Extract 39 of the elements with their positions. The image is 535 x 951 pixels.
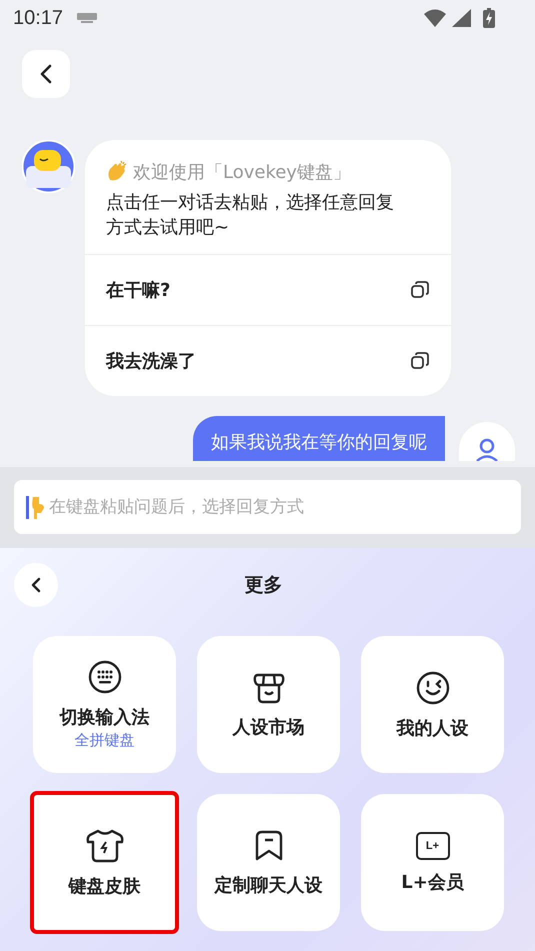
back-icon [31,577,41,593]
input-field[interactable]: 在键盘粘贴问题后，选择回复方式 [14,480,521,534]
copy-icon [410,280,430,300]
user-avatar [459,422,515,461]
back-button[interactable] [14,563,58,607]
copy-icon [410,351,430,371]
bookmark-icon [254,828,284,862]
ticket-icon: L+ [416,832,450,860]
welcome-text: 点击任一对话去粘贴，选择任意回复方式去试用吧~ [105,191,395,240]
signal-icon [452,9,471,27]
tile-label: L+会员 [401,870,464,894]
panel-title: 更多 [244,573,283,598]
tile-label: 我的人设 [396,716,468,740]
status-time: 10:17 [13,6,64,30]
menu-tile[interactable]: 定制聊天人设 [197,794,340,931]
tile-label: 人设市场 [232,716,304,738]
keyboard-icon [77,13,98,23]
tile-sublabel: 全拼键盘 [74,731,134,750]
battery-icon [483,8,495,28]
user-message: 如果我说我在等你的回复呢 [193,416,445,461]
tile-label: 键盘皮肤 [68,874,140,898]
wifi-icon [424,9,446,27]
text-cursor-icon [26,496,29,518]
menu-tile[interactable]: 键盘皮肤 [33,794,176,931]
tile-label: 定制聊天人设 [214,874,322,896]
back-button[interactable] [22,50,70,98]
winking-face-icon [414,670,450,706]
tile-label: 切换输入法 [60,706,150,729]
menu-tile[interactable]: 人设市场 [197,636,340,773]
menu-tile[interactable]: L+ L+会员 [361,794,504,931]
welcome-title: 欢迎使用「Lovekey键盘」 [133,161,351,184]
t-shirt-icon [84,828,124,864]
menu-tile[interactable]: 我的人设 [361,636,504,773]
menu-tile[interactable]: 切换输入法 全拼键盘 [33,636,176,773]
reply-option[interactable]: 在干嘛? [85,254,451,325]
back-icon [39,64,53,84]
keyboard-icon [86,659,122,695]
reply-option[interactable]: 我去洗澡了 [85,325,451,396]
bot-avatar [22,140,75,193]
